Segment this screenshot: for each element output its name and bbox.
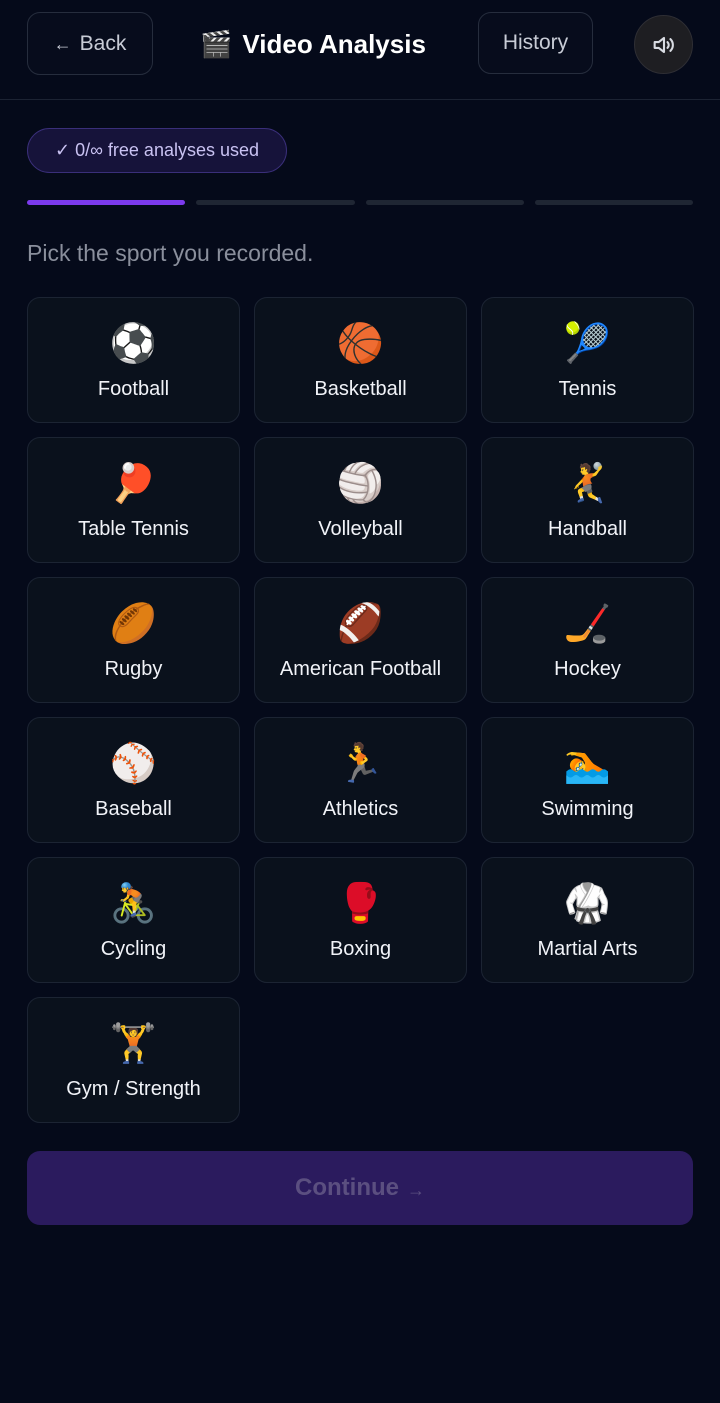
sport-option-table-tennis[interactable]: 🏓 Table Tennis [27,437,240,563]
hockey-icon: 🏒 [563,603,612,645]
sport-option-football[interactable]: ⚽ Football [27,297,240,423]
sound-toggle-button[interactable] [634,15,693,74]
football-icon: ⚽ [109,323,158,365]
clapperboard-icon: 🎬 [200,28,233,59]
baseball-icon: ⚾ [109,743,158,785]
sport-label: Basketball [314,378,407,400]
back-button[interactable]: ← Back [27,12,153,75]
top-bar: ← Back 🎬 Video Analysis History [0,0,720,100]
table-tennis-icon: 🏓 [109,463,158,505]
athletics-icon: 🏃 [336,743,385,785]
swimming-icon: 🏊 [563,743,612,785]
sport-option-rugby[interactable]: 🏉 Rugby [27,577,240,703]
arrow-right-icon: → [406,1179,425,1200]
boxing-icon: 🥊 [336,883,385,925]
sport-label: Tennis [558,378,617,400]
sport-option-tennis[interactable]: 🎾 Tennis [481,297,694,423]
progress-segment [365,200,524,205]
sport-option-martial-arts[interactable]: 🥋 Martial Arts [481,857,694,983]
page-title: 🎬 Video Analysis [200,22,426,66]
sport-label: Boxing [329,938,392,960]
continue-label: Continue [295,1174,399,1201]
back-arrow-icon: ← [53,34,72,54]
sport-label: Rugby [104,658,163,680]
sport-label: Baseball [95,798,172,820]
sport-label: Handball [548,518,627,540]
usage-badge: ✓ 0/∞ free analyses used [27,128,287,173]
sport-option-basketball[interactable]: 🏀 Basketball [254,297,467,423]
sport-label: Volleyball [318,518,403,540]
sport-label: Cycling [100,938,167,960]
sport-option-baseball[interactable]: ⚾ Baseball [27,717,240,843]
sport-option-cycling[interactable]: 🚴 Cycling [27,857,240,983]
progress-segment [534,200,693,205]
sport-prompt: Pick the sport you recorded. [27,240,314,266]
sport-option-boxing[interactable]: 🥊 Boxing [254,857,467,983]
sport-label: Swimming [541,798,634,820]
sport-label: Martial Arts [537,938,638,960]
gym-strength-icon: 🏋️ [109,1023,158,1065]
cycling-icon: 🚴 [109,883,158,925]
sport-option-athletics[interactable]: 🏃 Athletics [254,717,467,843]
sport-option-volleyball[interactable]: 🏐 Volleyball [254,437,467,563]
sport-option-handball[interactable]: 🤾 Handball [481,437,694,563]
american-football-icon: 🏈 [336,603,385,645]
basketball-icon: 🏀 [336,323,385,365]
rugby-icon: 🏉 [109,603,158,645]
sport-option-swimming[interactable]: 🏊 Swimming [481,717,694,843]
page-title-text: Video Analysis [242,28,426,59]
back-label: Back [79,31,127,55]
tennis-icon: 🎾 [563,323,612,365]
sport-label: American Football [279,658,442,680]
sport-label: Football [97,378,170,400]
history-button[interactable]: History [478,12,593,74]
sport-label: Gym / Strength [66,1078,201,1100]
martial-arts-icon: 🥋 [563,883,612,925]
progress-segment [27,200,186,205]
sport-label: Athletics [322,798,399,820]
continue-button[interactable]: Continue → [27,1151,693,1225]
sport-option-gym-strength[interactable]: 🏋️ Gym / Strength [27,997,240,1123]
handball-icon: 🤾 [563,463,612,505]
sport-option-hockey[interactable]: 🏒 Hockey [481,577,694,703]
sport-label: Hockey [554,658,621,680]
progress-segment [196,200,355,205]
sport-option-american-football[interactable]: 🏈 American Football [254,577,467,703]
speaker-icon [653,36,674,53]
sport-label: Table Tennis [78,518,189,540]
volleyball-icon: 🏐 [336,463,385,505]
